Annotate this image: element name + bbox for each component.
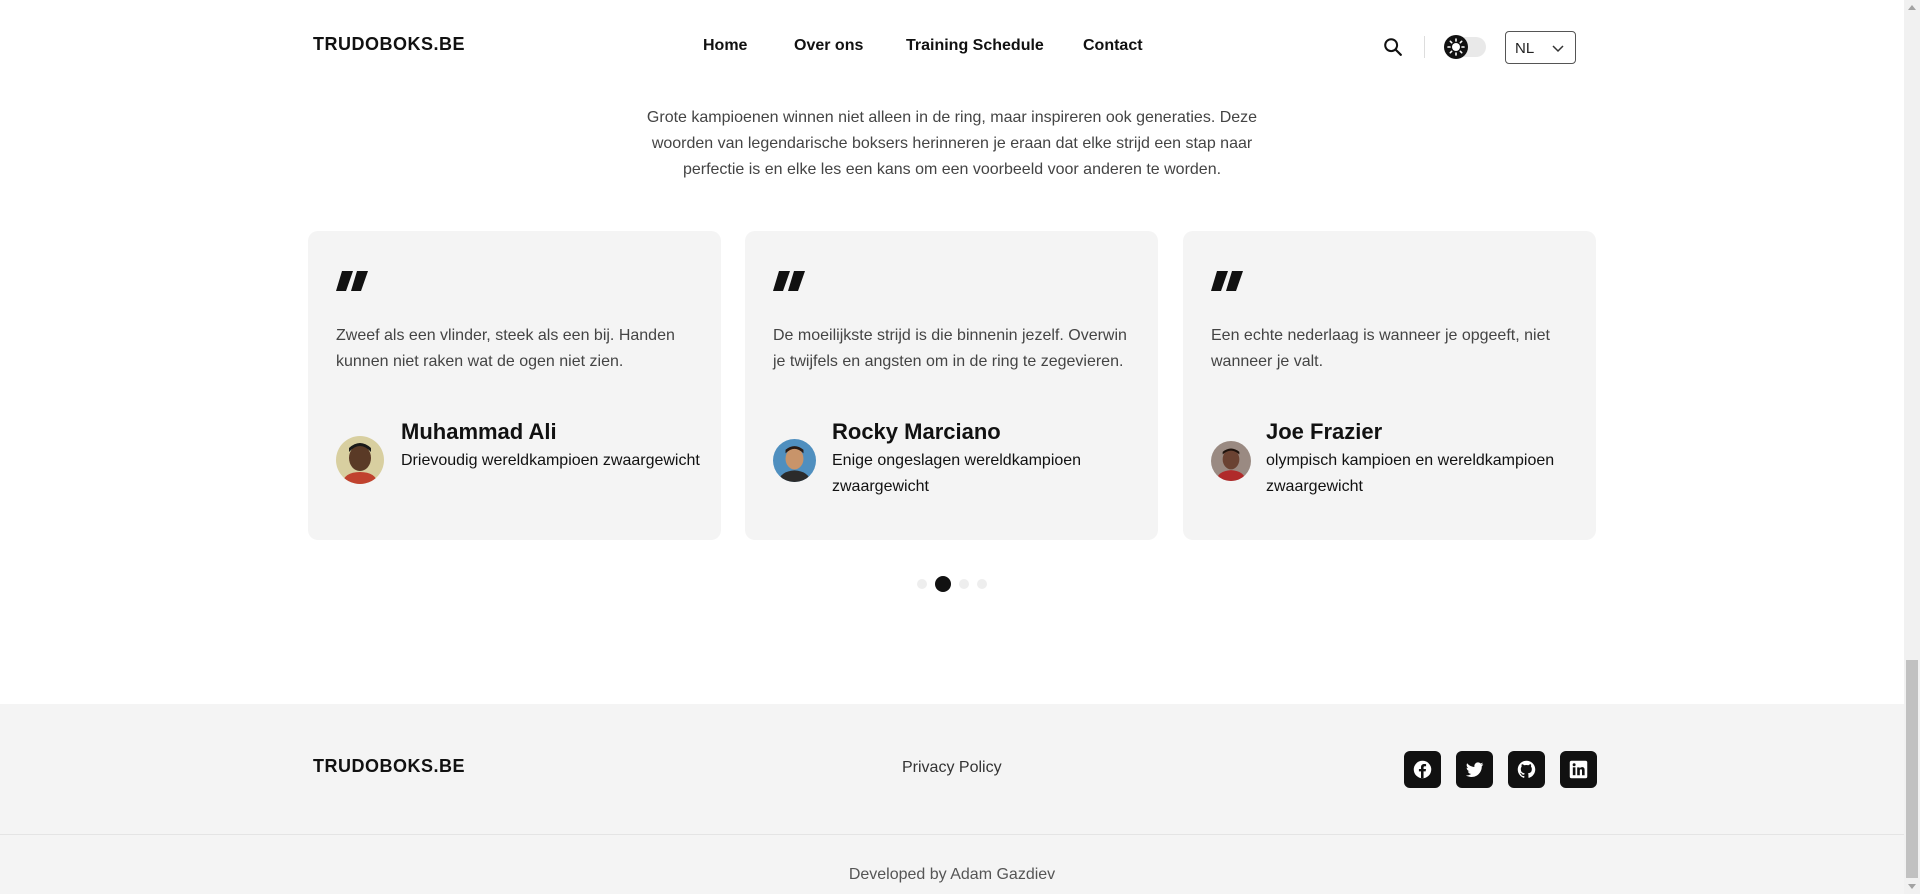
quote-text: De moeilijkste strijd is die binnenin je… [773, 327, 1127, 370]
carousel-dot[interactable] [959, 579, 969, 589]
testimonial-card: De moeilijkste strijd is die binnenin je… [745, 231, 1158, 540]
nav-training-schedule[interactable]: Training Schedule [906, 37, 1044, 55]
scroll-up-arrow[interactable] [1908, 5, 1916, 10]
carousel-dot[interactable] [977, 579, 987, 589]
nav-over-ons[interactable]: Over ons [794, 37, 863, 55]
carousel-pagination [0, 575, 1904, 593]
person-title: Drievoudig wereldkampioen zwaargewicht [401, 452, 700, 469]
testimonials-intro: Grote kampioenen winnen niet alleen in d… [646, 109, 1258, 178]
quote-icon [336, 271, 369, 293]
quote-text: Zweef als een vlinder, steek als een bij… [336, 327, 675, 370]
person-title: olympisch kampioen en wereldkampioen zwa… [1266, 452, 1555, 495]
scrollbar-thumb[interactable] [1906, 660, 1918, 878]
scroll-down-arrow[interactable] [1908, 884, 1916, 889]
footer-logo[interactable]: TRUDOBOKS.BE [313, 756, 465, 777]
person-name: Muhammad Ali [401, 419, 557, 444]
github-icon[interactable] [1508, 751, 1545, 788]
linkedin-icon[interactable] [1560, 751, 1597, 788]
facebook-icon[interactable] [1404, 751, 1441, 788]
quote-text: Een echte nederlaag is wanneer je opgeef… [1211, 327, 1550, 370]
carousel-dot[interactable] [917, 579, 927, 589]
quote-icon [773, 271, 806, 293]
person-name: Joe Frazier [1266, 419, 1383, 444]
carousel-dot-active[interactable] [935, 576, 951, 592]
footer-divider [0, 834, 1904, 835]
language-value: NL [1515, 40, 1535, 57]
avatar [336, 436, 384, 484]
page-scrollbar[interactable] [1904, 0, 1920, 894]
search-icon[interactable] [1382, 36, 1404, 58]
chevron-down-icon [1551, 42, 1565, 54]
twitter-icon[interactable] [1456, 751, 1493, 788]
header-divider [1424, 36, 1425, 58]
sun-icon [1444, 35, 1468, 59]
main-nav: Home Over ons Training Schedule Contact [0, 37, 1904, 59]
person-title: Enige ongeslagen wereldkampioen zwaargew… [832, 452, 1082, 495]
person-name: Rocky Marciano [832, 419, 1001, 444]
language-select[interactable]: NL [1505, 31, 1576, 64]
theme-toggle[interactable] [1444, 35, 1486, 59]
testimonial-card: Zweef als een vlinder, steek als een bij… [308, 231, 721, 540]
site-header: TRUDOBOKS.BE Home Over ons Training Sche… [0, 0, 1904, 94]
developer-credit: Developed by Adam Gazdiev [848, 866, 1056, 883]
site-footer: TRUDOBOKS.BE Privacy Policy Developed by… [0, 704, 1904, 894]
quote-icon [1211, 271, 1244, 293]
nav-home[interactable]: Home [703, 37, 747, 55]
avatar [773, 439, 816, 482]
testimonial-card: Een echte nederlaag is wanneer je opgeef… [1183, 231, 1596, 540]
privacy-policy-link[interactable]: Privacy Policy [902, 759, 1002, 777]
nav-contact[interactable]: Contact [1083, 37, 1143, 55]
avatar [1211, 441, 1251, 481]
